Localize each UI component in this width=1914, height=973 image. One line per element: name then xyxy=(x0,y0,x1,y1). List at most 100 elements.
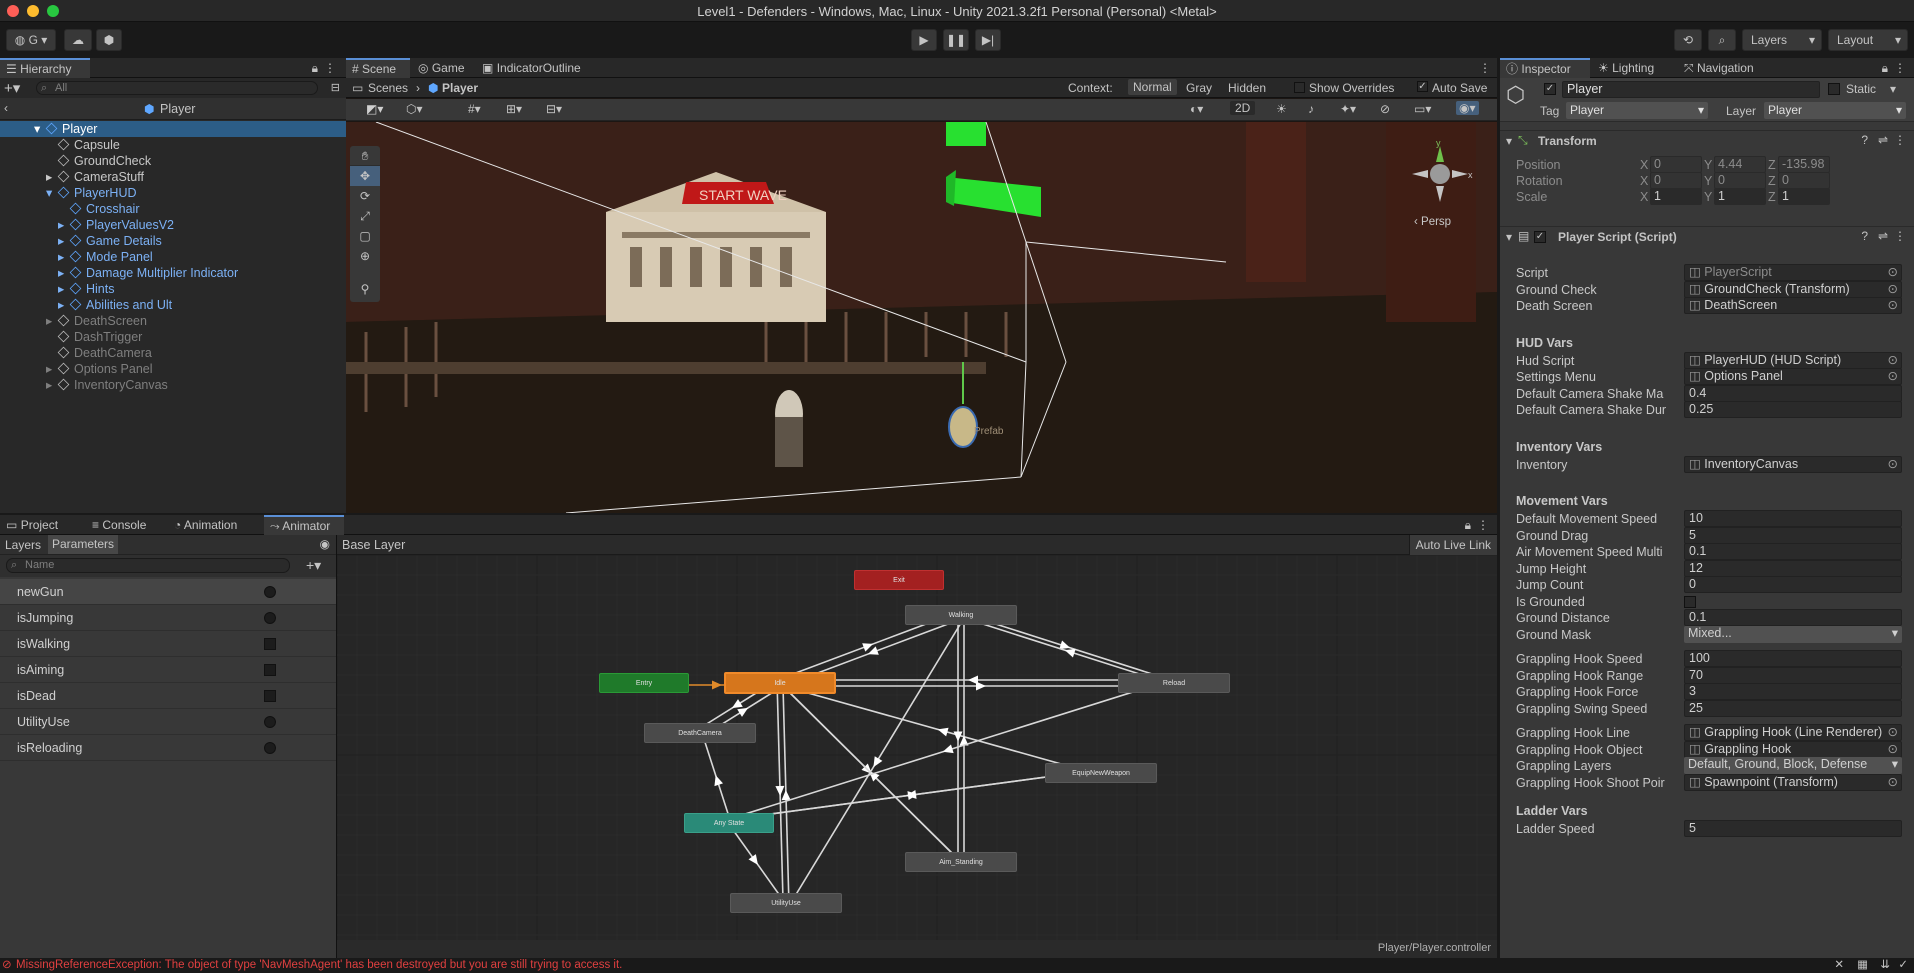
audio-toggle-icon[interactable]: ♪ xyxy=(1308,102,1314,116)
bool-checkbox[interactable] xyxy=(264,664,276,676)
layers-dropdown[interactable]: Layers ▾ xyxy=(1742,29,1822,51)
debug-icon[interactable]: ✕ xyxy=(1834,958,1844,973)
transform-position-x-field[interactable]: 0 xyxy=(1650,156,1702,173)
rotate-tool-icon[interactable]: ⟳ xyxy=(350,186,380,206)
shading-icon[interactable]: ◐▾ xyxy=(1190,102,1203,116)
search-button[interactable]: ⌕ xyxy=(1708,29,1736,51)
transform-rotation-y-field[interactable]: 0 xyxy=(1714,172,1766,189)
object-picker-icon[interactable]: ⊙ xyxy=(1888,742,1898,757)
transform-tool-icon[interactable]: ⊕ xyxy=(350,246,380,266)
hierarchy-item[interactable]: DashTrigger xyxy=(0,329,346,345)
foldout-arrow-icon[interactable]: ▸ xyxy=(58,249,64,265)
context-hidden-button[interactable]: Hidden xyxy=(1228,81,1266,95)
object-picker-icon[interactable]: ⊙ xyxy=(1888,369,1898,384)
value-field[interactable]: 70 xyxy=(1684,666,1902,684)
add-parameter-button[interactable]: +▾ xyxy=(306,557,321,574)
breadcrumb-player[interactable]: Player xyxy=(442,81,478,95)
breadcrumb-scenes[interactable]: Scenes xyxy=(368,81,408,95)
object-picker-icon[interactable]: ⊙ xyxy=(1888,353,1898,368)
camera-icon[interactable]: ▭▾ xyxy=(1414,102,1431,116)
auto-live-link-button[interactable]: Auto Live Link xyxy=(1408,535,1497,555)
lock-icon[interactable]: 🔒︎ xyxy=(312,61,318,76)
foldout-arrow-icon[interactable]: ▸ xyxy=(46,377,52,393)
foldout-arrow-icon[interactable]: ▸ xyxy=(58,217,64,233)
parameter-row[interactable]: isAiming xyxy=(0,657,336,683)
help-icon[interactable]: ? xyxy=(1861,133,1868,147)
object-picker-icon[interactable]: ⊙ xyxy=(1888,282,1898,297)
bake-icon[interactable]: ▦ xyxy=(1857,958,1868,973)
orientation-gizmo[interactable]: y x xyxy=(1406,140,1476,210)
hierarchy-search-input[interactable]: ⌕ All xyxy=(36,81,318,95)
status-bar[interactable]: ⊘ MissingReferenceException: The object … xyxy=(0,958,1914,973)
tab-navigation[interactable]: ⤧ Navigation xyxy=(1678,58,1774,78)
foldout-arrow-icon[interactable]: ▸ xyxy=(58,265,64,281)
tab-scene[interactable]: # Scene xyxy=(346,58,410,78)
hierarchy-item[interactable]: ▸ DeathScreen xyxy=(0,313,346,329)
transform-position-y-field[interactable]: 4.44 xyxy=(1714,156,1766,173)
more-menu-icon[interactable]: ⋮ xyxy=(324,61,336,75)
foldout-arrow-icon[interactable]: ▾ xyxy=(34,121,40,137)
transform-scale-x-field[interactable]: 1 xyxy=(1650,188,1702,205)
object-picker-icon[interactable]: ⊙ xyxy=(1888,775,1898,790)
value-field[interactable]: 0.25 xyxy=(1684,401,1902,418)
transform-position-z-field[interactable]: -135.98 xyxy=(1778,156,1830,173)
bool-checkbox[interactable] xyxy=(264,690,276,702)
object-field[interactable]: ◫ DeathScreen ⊙ xyxy=(1684,297,1902,314)
transform-scale-y-field[interactable]: 1 xyxy=(1714,188,1766,205)
lock-icon[interactable]: 🔒︎ xyxy=(1882,61,1888,76)
is-grounded-checkbox[interactable] xyxy=(1684,595,1696,608)
grid-visibility-icon[interactable]: ⊟▾ xyxy=(546,102,562,116)
foldout-arrow-icon[interactable]: ▸ xyxy=(58,233,64,249)
more-menu-icon[interactable]: ⋮ xyxy=(1894,61,1906,75)
trigger-toggle[interactable] xyxy=(264,586,276,598)
static-dropdown[interactable]: ▾ xyxy=(1890,82,1896,96)
lighting-toggle-icon[interactable]: ☀ xyxy=(1276,102,1287,116)
draw-mode-icon[interactable]: ◩▾ xyxy=(366,102,383,116)
grid-snap-icon[interactable]: #▾ xyxy=(468,102,481,116)
play-button[interactable]: ▶ xyxy=(911,29,937,51)
filter-icon[interactable]: ⊟ xyxy=(331,81,340,94)
more-menu-icon[interactable]: ⋮ xyxy=(1894,229,1906,243)
state-equip-new-weapon[interactable]: EquipNewWeapon xyxy=(1045,763,1157,783)
animator-graph[interactable]: Exit Walking Entry Idle Reload DeathCame… xyxy=(337,555,1497,940)
history-button[interactable]: ⟲ xyxy=(1674,29,1702,51)
ok-icon[interactable]: ✓ xyxy=(1898,958,1908,973)
object-field[interactable]: ◫ Grappling Hook (Line Renderer) ⊙ xyxy=(1684,724,1902,741)
help-icon[interactable]: ? xyxy=(1861,229,1868,243)
move-tool-icon[interactable]: ✥ xyxy=(350,166,380,186)
state-death-camera[interactable]: DeathCamera xyxy=(644,723,756,743)
effects-toggle-icon[interactable]: ✦▾ xyxy=(1340,102,1356,116)
object-field[interactable]: ◫ PlayerHUD (HUD Script) ⊙ xyxy=(1684,351,1902,369)
tab-game[interactable]: ◎ Game xyxy=(412,58,474,78)
value-field[interactable]: 100 xyxy=(1684,650,1902,667)
hierarchy-item[interactable]: GroundCheck xyxy=(0,153,346,169)
hierarchy-item[interactable]: Crosshair xyxy=(0,201,346,217)
parameter-row[interactable]: isDead xyxy=(0,683,336,709)
state-idle[interactable]: Idle xyxy=(724,672,836,694)
cloud-button[interactable]: ☁ xyxy=(64,29,92,51)
state-aim-standing[interactable]: Aim_Standing xyxy=(905,852,1017,872)
object-name-field[interactable]: Player xyxy=(1562,81,1820,98)
more-menu-icon[interactable]: ⋮ xyxy=(1479,61,1491,75)
foldout-arrow-icon[interactable]: ▸ xyxy=(46,169,52,185)
lock-icon[interactable]: 🔒︎ xyxy=(1465,518,1471,533)
add-object-button[interactable]: +▾ xyxy=(4,79,20,97)
hierarchy-item[interactable]: ▸ CameraStuff xyxy=(0,169,346,185)
state-entry[interactable]: Entry xyxy=(599,673,689,693)
field-dropdown[interactable]: Mixed... ▾ xyxy=(1684,625,1902,643)
trigger-toggle[interactable] xyxy=(264,716,276,728)
value-field[interactable]: 0.1 xyxy=(1684,609,1902,626)
foldout-arrow-icon[interactable]: ▾ xyxy=(46,185,52,201)
object-field[interactable]: ◫ Options Panel ⊙ xyxy=(1684,368,1902,385)
state-walking[interactable]: Walking xyxy=(905,605,1017,625)
tab-console[interactable]: ≡ Console xyxy=(86,515,156,535)
tab-hierarchy[interactable]: ☰ Hierarchy xyxy=(0,58,90,78)
custom-tool-icon[interactable]: ⚲ xyxy=(350,278,380,300)
hierarchy-item[interactable]: ▾ Player xyxy=(0,121,346,137)
show-overrides-checkbox[interactable] xyxy=(1294,82,1305,93)
base-layer-breadcrumb[interactable]: Base Layer xyxy=(342,538,405,552)
transform-rotation-z-field[interactable]: 0 xyxy=(1778,172,1830,189)
presets-icon[interactable]: ⇌ xyxy=(1878,229,1888,243)
transform-header[interactable]: ▾ ⤡ Transform ? ⇌ ⋮ xyxy=(1500,130,1914,150)
tab-inspector[interactable]: ⓘ Inspector xyxy=(1500,58,1590,78)
